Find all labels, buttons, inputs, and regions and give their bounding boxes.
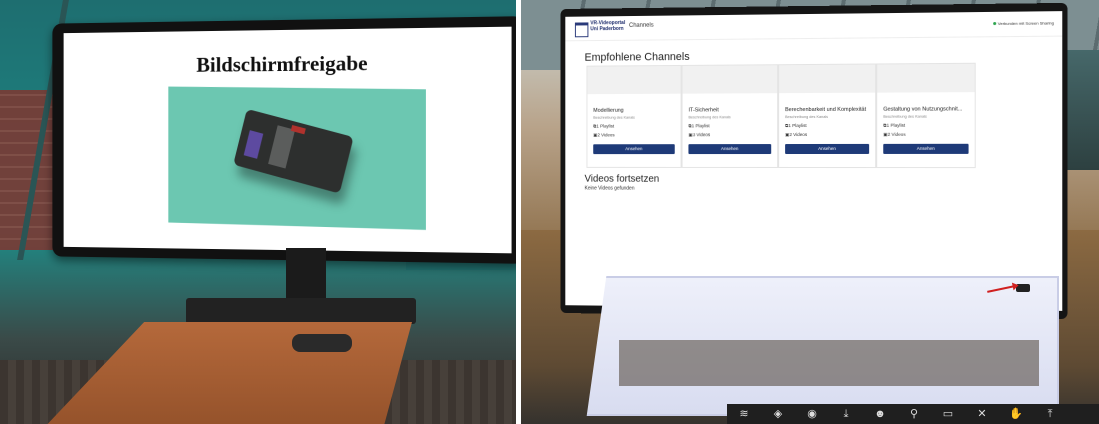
channel-title: Gestaltung von Nutzungschnit...	[883, 106, 963, 113]
watch-button[interactable]: Ansehen	[883, 143, 969, 154]
download-icon[interactable]: ⤓	[839, 408, 853, 420]
channel-videos: ▣2 Videos	[883, 131, 906, 137]
device-stripe	[268, 125, 296, 169]
university-logo-icon[interactable]	[574, 22, 589, 38]
vr-menu-bar: ≋◈◉⤓☻⚲▭✕✋⤒⇄	[727, 404, 1099, 424]
window-icon[interactable]: ▭	[941, 408, 955, 420]
channel-description: Beschreibung des Kanals	[785, 114, 829, 120]
channel-card[interactable]: Gestaltung von Nutzungschnit... Beschrei…	[876, 62, 976, 169]
upload-icon[interactable]: ⤒	[1043, 408, 1057, 420]
device-side-panel	[243, 130, 264, 159]
left-vr-scene: Bildschirmfreigabe	[0, 0, 516, 424]
video-portal-screen[interactable]: VR-Videoportal Uni Paderborn Channels Ve…	[565, 11, 1063, 311]
close-icon[interactable]: ✕	[975, 408, 989, 420]
channel-playlists: ⧉1 Playlist	[785, 123, 807, 129]
recommended-channels-heading: Empfohlene Channels	[584, 51, 690, 64]
playlist-count: 1 Playlist	[886, 122, 906, 128]
pin-icon[interactable]: ⚲	[907, 408, 921, 420]
channel-cards: Modellierung Beschreibung des Kanals ⧉1 …	[586, 62, 976, 169]
nav-channels-link[interactable]: Channels	[629, 23, 654, 29]
channel-playlists: ⧉1 Playlist	[883, 122, 906, 128]
video-count: 2 Videos	[789, 132, 808, 138]
large-display: VR-Videoportal Uni Paderborn Channels Ve…	[560, 2, 1068, 320]
no-videos-message: Keine Videos gefunden	[584, 185, 635, 192]
channel-thumbnail	[877, 63, 975, 93]
right-vr-scene: VR-Videoportal Uni Paderborn Channels Ve…	[521, 0, 1099, 424]
monitor-screen: Bildschirmfreigabe	[63, 26, 512, 254]
stand-opening	[619, 340, 1039, 386]
watch-button[interactable]: Ansehen	[593, 144, 675, 155]
monitor-stand-base	[186, 298, 416, 324]
screen-share-device[interactable]	[292, 334, 352, 352]
channel-videos: ▣2 Videos	[785, 132, 808, 138]
portal-header: VR-Videoportal Uni Paderborn Channels Ve…	[565, 11, 1063, 42]
channel-title: Berechenbarkeit und Komplexität	[785, 106, 867, 114]
connection-status-text: Verbunden mit Screen Sharing	[997, 20, 1054, 27]
hand-icon[interactable]: ✋	[1009, 408, 1023, 420]
channel-card[interactable]: IT-Sicherheit Beschreibung des Kanals ⧉1…	[681, 64, 779, 168]
channel-description: Beschreibung des Kanals	[883, 114, 927, 119]
channel-card[interactable]: Berechenbarkeit und Komplexität Beschrei…	[778, 63, 877, 169]
channel-description: Beschreibung des Kanals	[593, 115, 635, 120]
playlist-count: 1 Playlist	[788, 123, 807, 129]
screen-share-title: Bildschirmfreigabe	[196, 50, 368, 77]
playlist-count: 1 Playlist	[596, 123, 615, 129]
continue-videos-heading: Videos fortsetzen	[584, 173, 660, 185]
watch-button[interactable]: Ansehen	[688, 144, 772, 155]
channel-videos: ▣2 Videos	[593, 132, 615, 138]
status-dot-icon	[992, 22, 996, 26]
shared-image-3d-device	[168, 86, 426, 230]
channel-card[interactable]: Modellierung Beschreibung des Kanals ⧉1 …	[586, 64, 682, 168]
device-model	[233, 108, 354, 194]
connection-status: Verbunden mit Screen Sharing	[992, 20, 1054, 27]
channel-videos: ▣3 Videos	[688, 132, 711, 138]
channel-thumbnail	[682, 65, 778, 94]
watch-button[interactable]: Ansehen	[785, 143, 870, 155]
portal-subname: Uni Paderborn	[590, 25, 624, 33]
channel-playlists: ⧉1 Playlist	[593, 123, 615, 129]
video-count: 2 Videos	[887, 131, 906, 137]
video-count: 2 Videos	[597, 132, 615, 138]
channel-description: Beschreibung des Kanals	[688, 115, 731, 120]
playlist-count: 1 Playlist	[691, 123, 710, 129]
wifi-icon[interactable]: ≋	[737, 408, 751, 420]
channel-thumbnail	[587, 65, 681, 95]
channel-title: IT-Sicherheit	[688, 107, 719, 114]
channel-playlists: ⧉1 Playlist	[688, 123, 710, 129]
channel-thumbnail	[779, 64, 876, 94]
virtual-monitor: Bildschirmfreigabe	[52, 16, 516, 264]
camera-icon[interactable]: ◉	[805, 408, 819, 420]
people-icon[interactable]: ☻	[873, 408, 887, 420]
shield-icon[interactable]: ◈	[771, 408, 785, 420]
channel-title: Modellierung	[593, 107, 624, 114]
video-count: 3 Videos	[692, 132, 711, 138]
